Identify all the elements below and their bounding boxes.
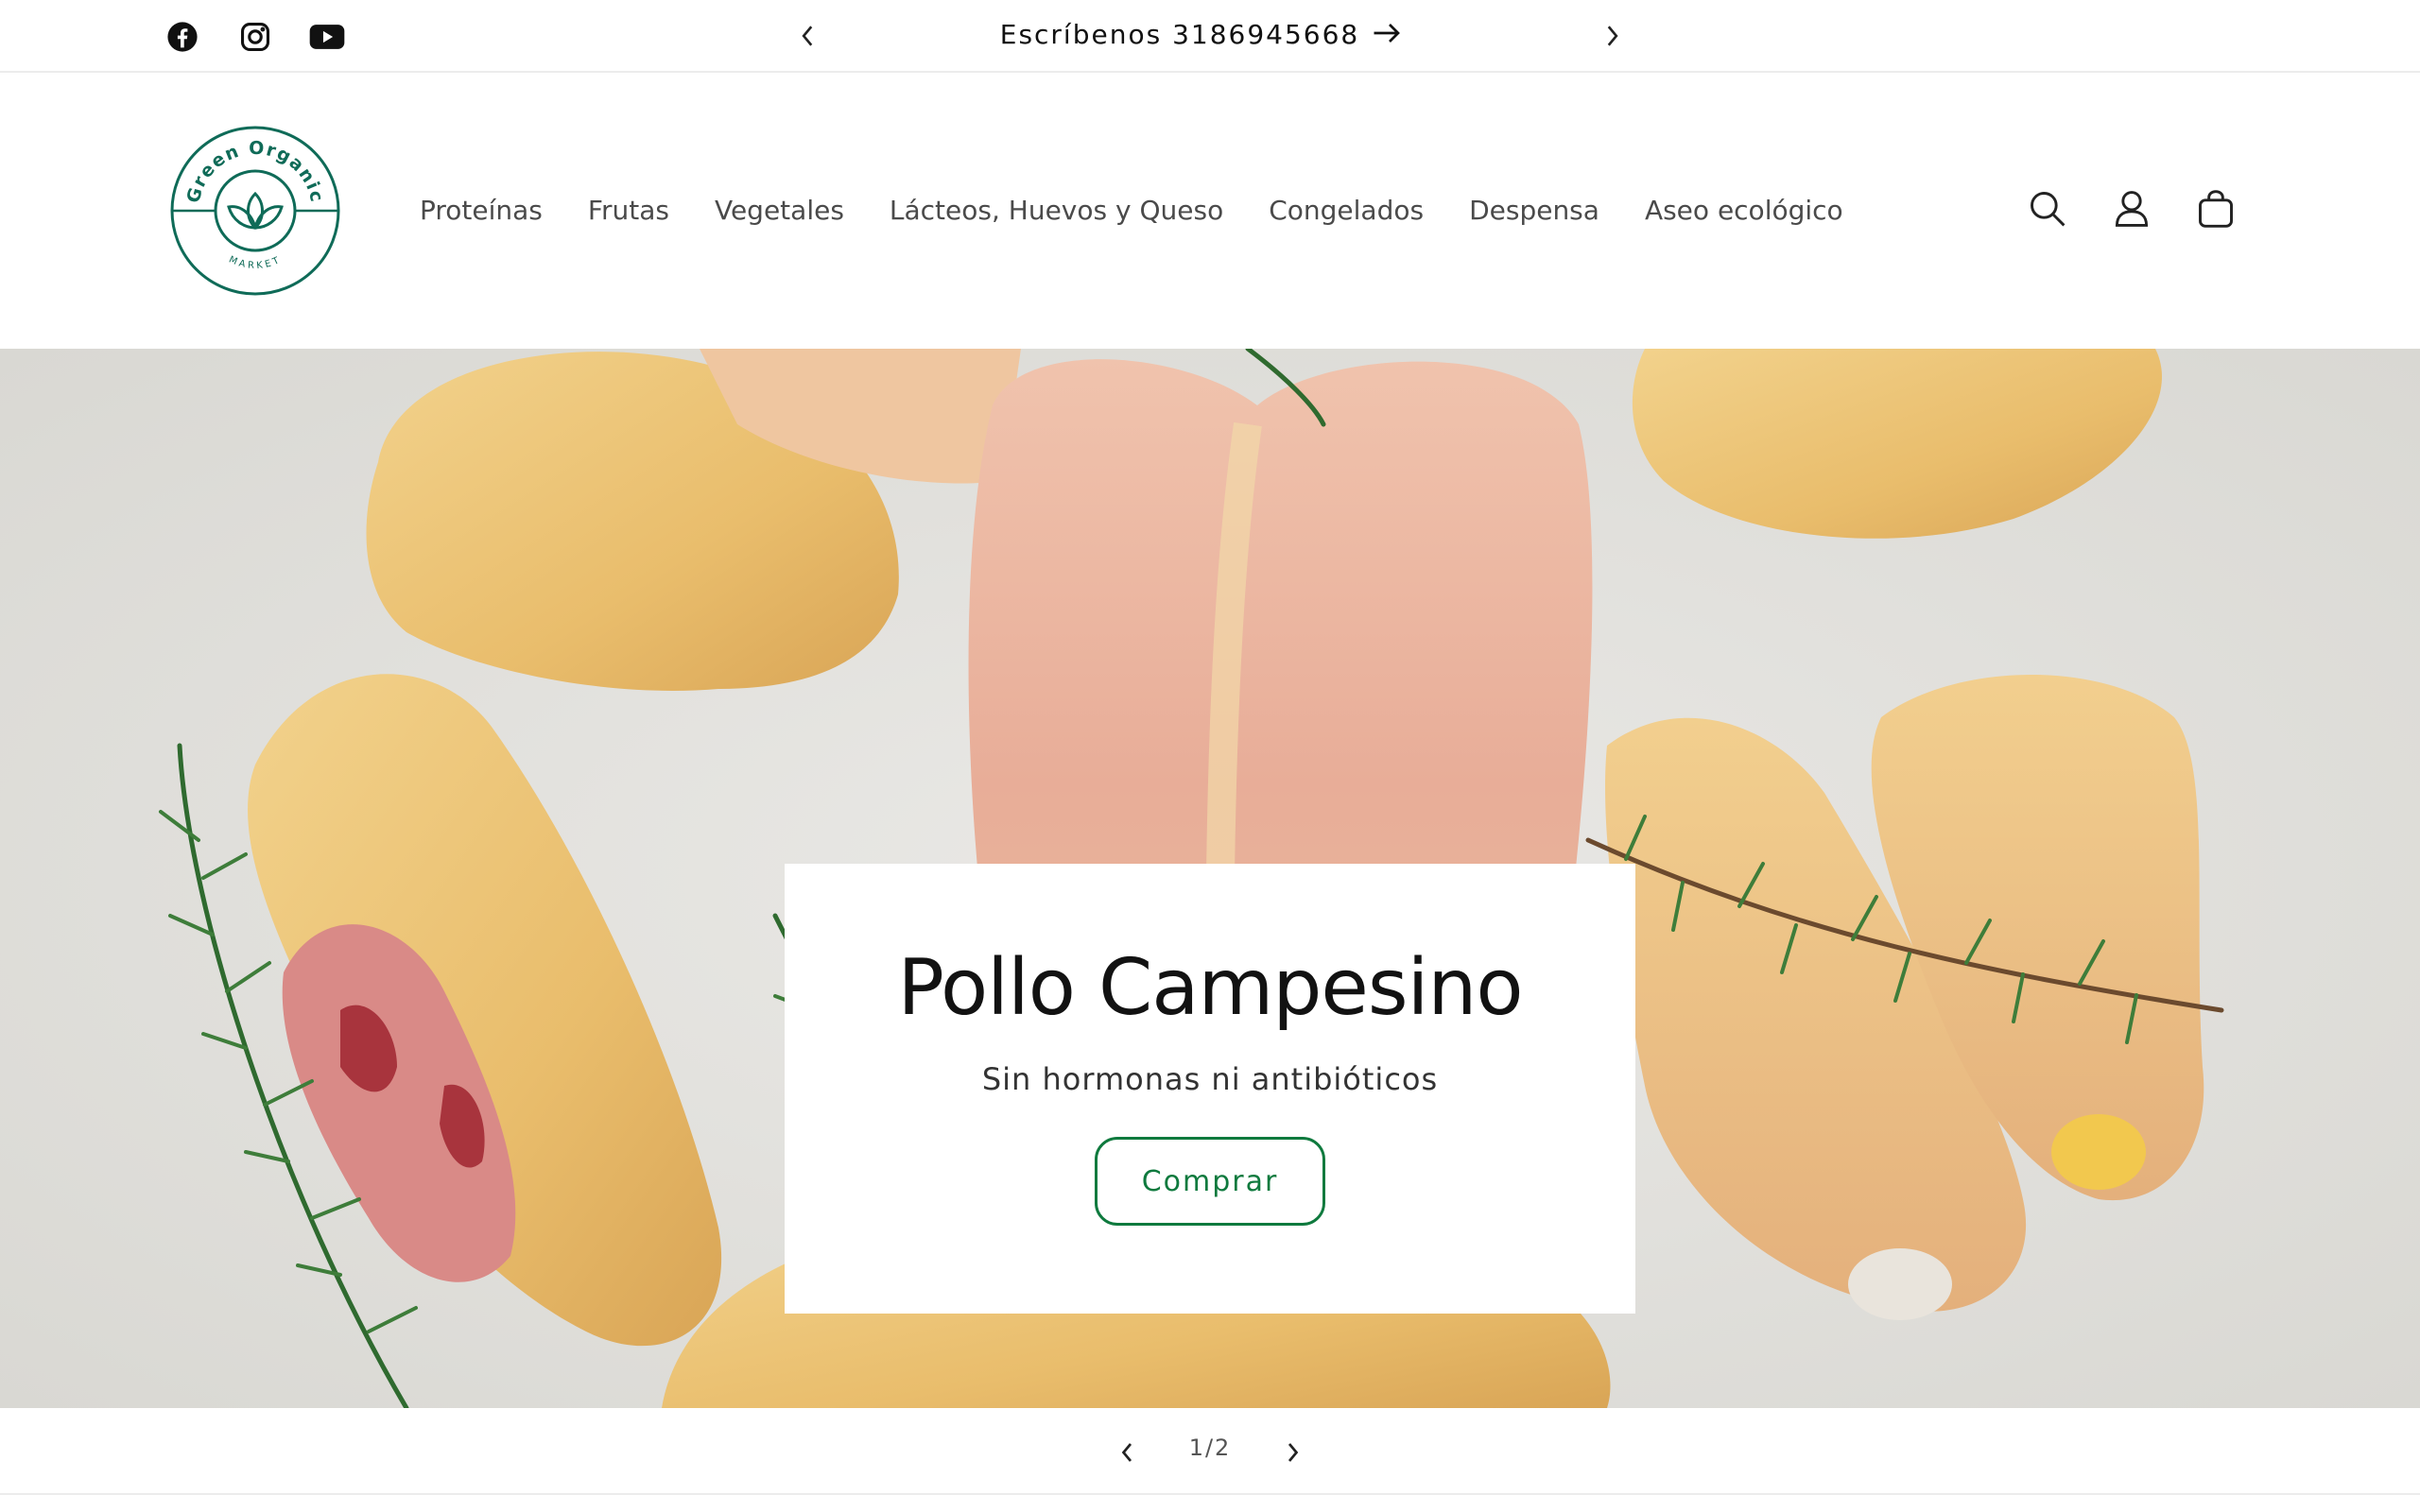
youtube-icon[interactable] [308, 18, 346, 56]
announcement-text: Escríbenos 3186945668 [999, 18, 1360, 50]
shop-button[interactable]: Comprar [1095, 1137, 1325, 1226]
nav-item-proteinas[interactable]: Proteínas [420, 195, 543, 226]
hero-title: Pollo Campesino [897, 943, 1523, 1033]
nav-item-vegetales[interactable]: Vegetales [715, 195, 844, 226]
nav-item-frutas[interactable]: Frutas [588, 195, 669, 226]
nav-item-despensa[interactable]: Despensa [1469, 195, 1599, 226]
facebook-icon[interactable] [164, 18, 201, 56]
announcement-bar: Escríbenos 3186945668 [0, 0, 2420, 73]
arrow-right-icon [1373, 19, 1401, 50]
logo-bottom-text: MARKET [227, 254, 281, 271]
instagram-icon[interactable] [236, 18, 274, 56]
search-icon[interactable] [2021, 182, 2074, 235]
announcement-link[interactable]: Escríbenos 3186945668 [955, 13, 1446, 55]
nav-item-lacteos[interactable]: Lácteos, Huevos y Queso [890, 195, 1223, 226]
account-icon[interactable] [2105, 182, 2158, 235]
hero-slideshow: Pollo Campesino Sin hormonas ni antibiót… [0, 349, 2420, 1408]
nav-item-congelados[interactable]: Congelados [1269, 195, 1424, 226]
slide-prev-button[interactable] [1106, 1431, 1150, 1474]
cart-icon[interactable] [2189, 182, 2242, 235]
slide-counter: 1/2 [1188, 1435, 1232, 1461]
hero-text-card: Pollo Campesino Sin hormonas ni antibiót… [785, 864, 1635, 1314]
announcement-prev-button[interactable] [789, 19, 827, 53]
nav-item-aseo[interactable]: Aseo ecológico [1645, 195, 1843, 226]
svg-text:MARKET: MARKET [227, 254, 284, 271]
slide-next-button[interactable] [1270, 1431, 1314, 1474]
slideshow-controls: 1/2 [0, 1408, 2420, 1495]
store-logo[interactable]: Green Organic MARKET [168, 124, 342, 298]
main-navigation: Proteínas Frutas Vegetales Lácteos, Huev… [397, 186, 1866, 233]
hero-subtitle: Sin hormonas ni antibióticos [981, 1061, 1439, 1097]
announcement-next-button[interactable] [1593, 19, 1631, 53]
site-header: Green Organic MARKET Proteínas Frutas Ve… [0, 75, 2420, 349]
